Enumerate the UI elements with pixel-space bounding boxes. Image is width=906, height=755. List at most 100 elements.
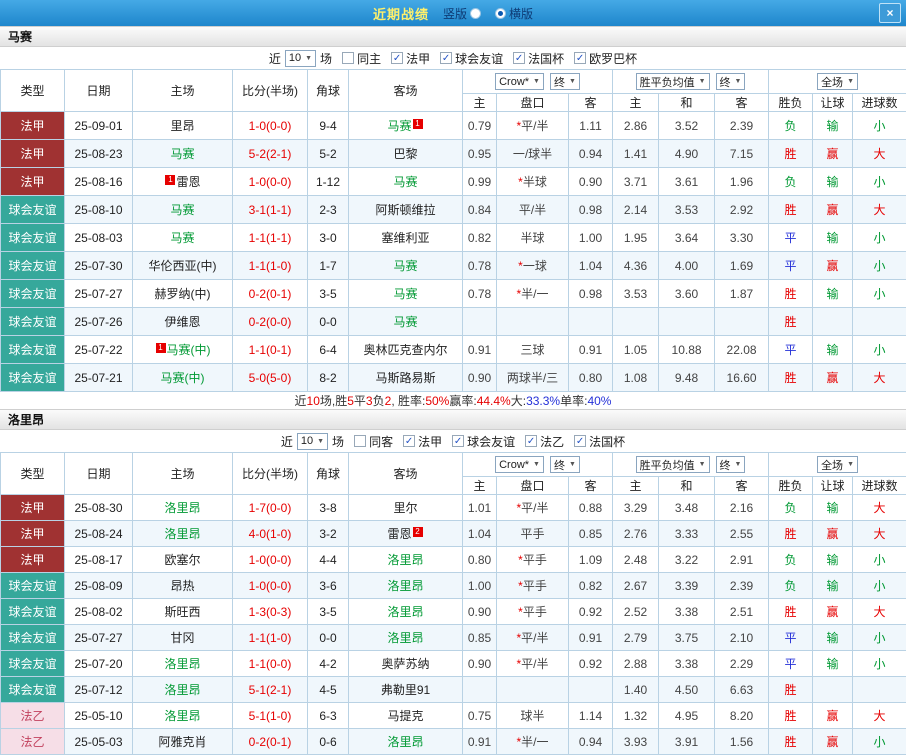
team-name[interactable]: 奥萨苏纳 xyxy=(381,657,429,671)
match-row: 球会友谊25-07-27甘冈1-1(1-0)0-0洛里昂0.85*平/半0.91… xyxy=(1,625,906,651)
scope-select[interactable]: 全场▼ xyxy=(817,456,858,473)
sub-column-header: 主 xyxy=(463,477,497,495)
filter-checkbox-法国杯[interactable]: ✓法国杯 xyxy=(513,50,564,67)
summary-segment: 平 xyxy=(354,392,366,409)
filter-checkbox-同主[interactable]: 同主 xyxy=(342,50,381,67)
match-count-select[interactable]: 10▼ xyxy=(297,433,328,450)
filter-checkbox-法甲[interactable]: ✓法甲 xyxy=(403,433,442,450)
team-name[interactable]: 雷恩 xyxy=(176,175,200,189)
avg-select[interactable]: 胜平负均值▼ xyxy=(636,73,710,90)
team-name[interactable]: 弗勒里91 xyxy=(381,683,430,697)
match-row: 法甲25-08-161雷恩1-0(0-0)1-12马赛0.99*半球0.903.… xyxy=(1,168,906,196)
team-name[interactable]: 洛里昂 xyxy=(387,605,423,619)
score-cell: 0-2(0-1) xyxy=(233,729,308,755)
home-odds-cell: 0.90 xyxy=(463,651,497,677)
checkbox-checked-icon[interactable]: ✓ xyxy=(391,52,403,64)
result-handicap-cell: 赢 xyxy=(813,252,853,280)
team-name[interactable]: 欧塞尔 xyxy=(164,553,200,567)
bookmaker-select-value: Crow* xyxy=(499,76,529,88)
result-handicap-cell: 赢 xyxy=(813,729,853,755)
checkbox-checked-icon[interactable]: ✓ xyxy=(525,435,537,447)
team-name[interactable]: 雷恩 xyxy=(387,527,411,541)
checkbox-checked-icon[interactable]: ✓ xyxy=(452,435,464,447)
home-odds-cell: 0.90 xyxy=(463,364,497,392)
checkbox-unchecked-icon[interactable] xyxy=(342,52,354,64)
handicap-cell: *半球 xyxy=(497,168,569,196)
dropdown-arrow-icon: ▼ xyxy=(569,78,576,85)
checkbox-checked-icon[interactable]: ✓ xyxy=(440,52,452,64)
team-name[interactable]: 里昂 xyxy=(170,119,194,133)
close-button[interactable]: × xyxy=(879,3,901,23)
away-team-cell: 马赛 xyxy=(349,308,463,336)
team-name[interactable]: 洛里昂 xyxy=(164,527,200,541)
away-odds-cell xyxy=(569,677,613,703)
result-wdl-cell: 平 xyxy=(769,625,813,651)
filter-checkbox-欧罗巴杯[interactable]: ✓欧罗巴杯 xyxy=(574,50,637,67)
layout-option-horizontal[interactable]: 横版 xyxy=(495,5,533,22)
match-count-select[interactable]: 10▼ xyxy=(285,50,316,67)
team-name[interactable]: 阿斯顿维拉 xyxy=(375,203,435,217)
team-name[interactable]: 塞维利亚 xyxy=(381,231,429,245)
checkbox-checked-icon[interactable]: ✓ xyxy=(574,52,586,64)
bookmaker-select[interactable]: Crow*▼ xyxy=(495,73,544,90)
filter-checkbox-法乙[interactable]: ✓法乙 xyxy=(525,433,564,450)
avg-home-cell: 4.36 xyxy=(613,252,659,280)
team-name[interactable]: 赫罗纳(中) xyxy=(155,287,211,301)
avg-select[interactable]: 胜平负均值▼ xyxy=(636,456,710,473)
team-name[interactable]: 马赛 xyxy=(393,287,417,301)
summary-segment: , 胜率: xyxy=(391,392,425,409)
team-name[interactable]: 洛里昂 xyxy=(164,501,200,515)
filter-checkbox-label: 法国杯 xyxy=(528,50,564,67)
checkbox-checked-icon[interactable]: ✓ xyxy=(403,435,415,447)
team-name[interactable]: 洛里昂 xyxy=(164,683,200,697)
team-name[interactable]: 马斯路易斯 xyxy=(375,371,435,385)
team-name[interactable]: 洛里昂 xyxy=(387,735,423,749)
team-name[interactable]: 巴黎 xyxy=(393,147,417,161)
team-name[interactable]: 马提克 xyxy=(387,709,423,723)
team-name[interactable]: 马赛(中) xyxy=(167,343,211,357)
team-name[interactable]: 马赛 xyxy=(170,147,194,161)
favorite-star: * xyxy=(518,553,523,567)
away-odds-cell: 0.94 xyxy=(569,729,613,755)
team-name[interactable]: 伊维恩 xyxy=(164,315,200,329)
team-name[interactable]: 斯旺西 xyxy=(164,605,200,619)
odds-time-select[interactable]: 终▼ xyxy=(550,73,580,90)
corners-cell: 3-5 xyxy=(308,599,349,625)
avg-time-select[interactable]: 终▼ xyxy=(716,456,746,473)
avg-time-select[interactable]: 终▼ xyxy=(716,73,746,90)
team-name[interactable]: 里尔 xyxy=(393,501,417,515)
checkbox-checked-icon[interactable]: ✓ xyxy=(513,52,525,64)
team-name[interactable]: 马赛 xyxy=(393,175,417,189)
team-name[interactable]: 华伦西亚(中) xyxy=(149,259,217,273)
team-name[interactable]: 洛里昂 xyxy=(164,657,200,671)
away-team-cell: 马赛 xyxy=(349,252,463,280)
team-name[interactable]: 甘冈 xyxy=(170,631,194,645)
checkbox-checked-icon[interactable]: ✓ xyxy=(574,435,586,447)
filter-checkbox-同客[interactable]: 同客 xyxy=(354,433,393,450)
team-name[interactable]: 洛里昂 xyxy=(387,631,423,645)
team-name[interactable]: 阿雅克肖 xyxy=(158,735,206,749)
home-odds-cell: 0.99 xyxy=(463,168,497,196)
team-name[interactable]: 马赛 xyxy=(393,315,417,329)
vertical-radio-icon[interactable] xyxy=(470,8,481,19)
team-name[interactable]: 马赛(中) xyxy=(161,371,205,385)
layout-option-vertical[interactable]: 竖版 xyxy=(443,5,481,22)
filter-checkbox-法国杯[interactable]: ✓法国杯 xyxy=(574,433,625,450)
team-name[interactable]: 马赛 xyxy=(387,119,411,133)
team-name[interactable]: 洛里昂 xyxy=(387,553,423,567)
filter-checkbox-球会友谊[interactable]: ✓球会友谊 xyxy=(452,433,515,450)
odds-time-select[interactable]: 终▼ xyxy=(550,456,580,473)
horizontal-radio-icon[interactable] xyxy=(495,8,506,19)
scope-select[interactable]: 全场▼ xyxy=(817,73,858,90)
team-name[interactable]: 奥林匹克查内尔 xyxy=(363,343,447,357)
team-name[interactable]: 马赛 xyxy=(170,203,194,217)
filter-checkbox-球会友谊[interactable]: ✓球会友谊 xyxy=(440,50,503,67)
team-name[interactable]: 洛里昂 xyxy=(164,709,200,723)
team-name[interactable]: 洛里昂 xyxy=(387,579,423,593)
team-name[interactable]: 昂热 xyxy=(170,579,194,593)
team-name[interactable]: 马赛 xyxy=(170,231,194,245)
bookmaker-select[interactable]: Crow*▼ xyxy=(495,456,544,473)
filter-checkbox-法甲[interactable]: ✓法甲 xyxy=(391,50,430,67)
team-name[interactable]: 马赛 xyxy=(393,259,417,273)
checkbox-unchecked-icon[interactable] xyxy=(354,435,366,447)
